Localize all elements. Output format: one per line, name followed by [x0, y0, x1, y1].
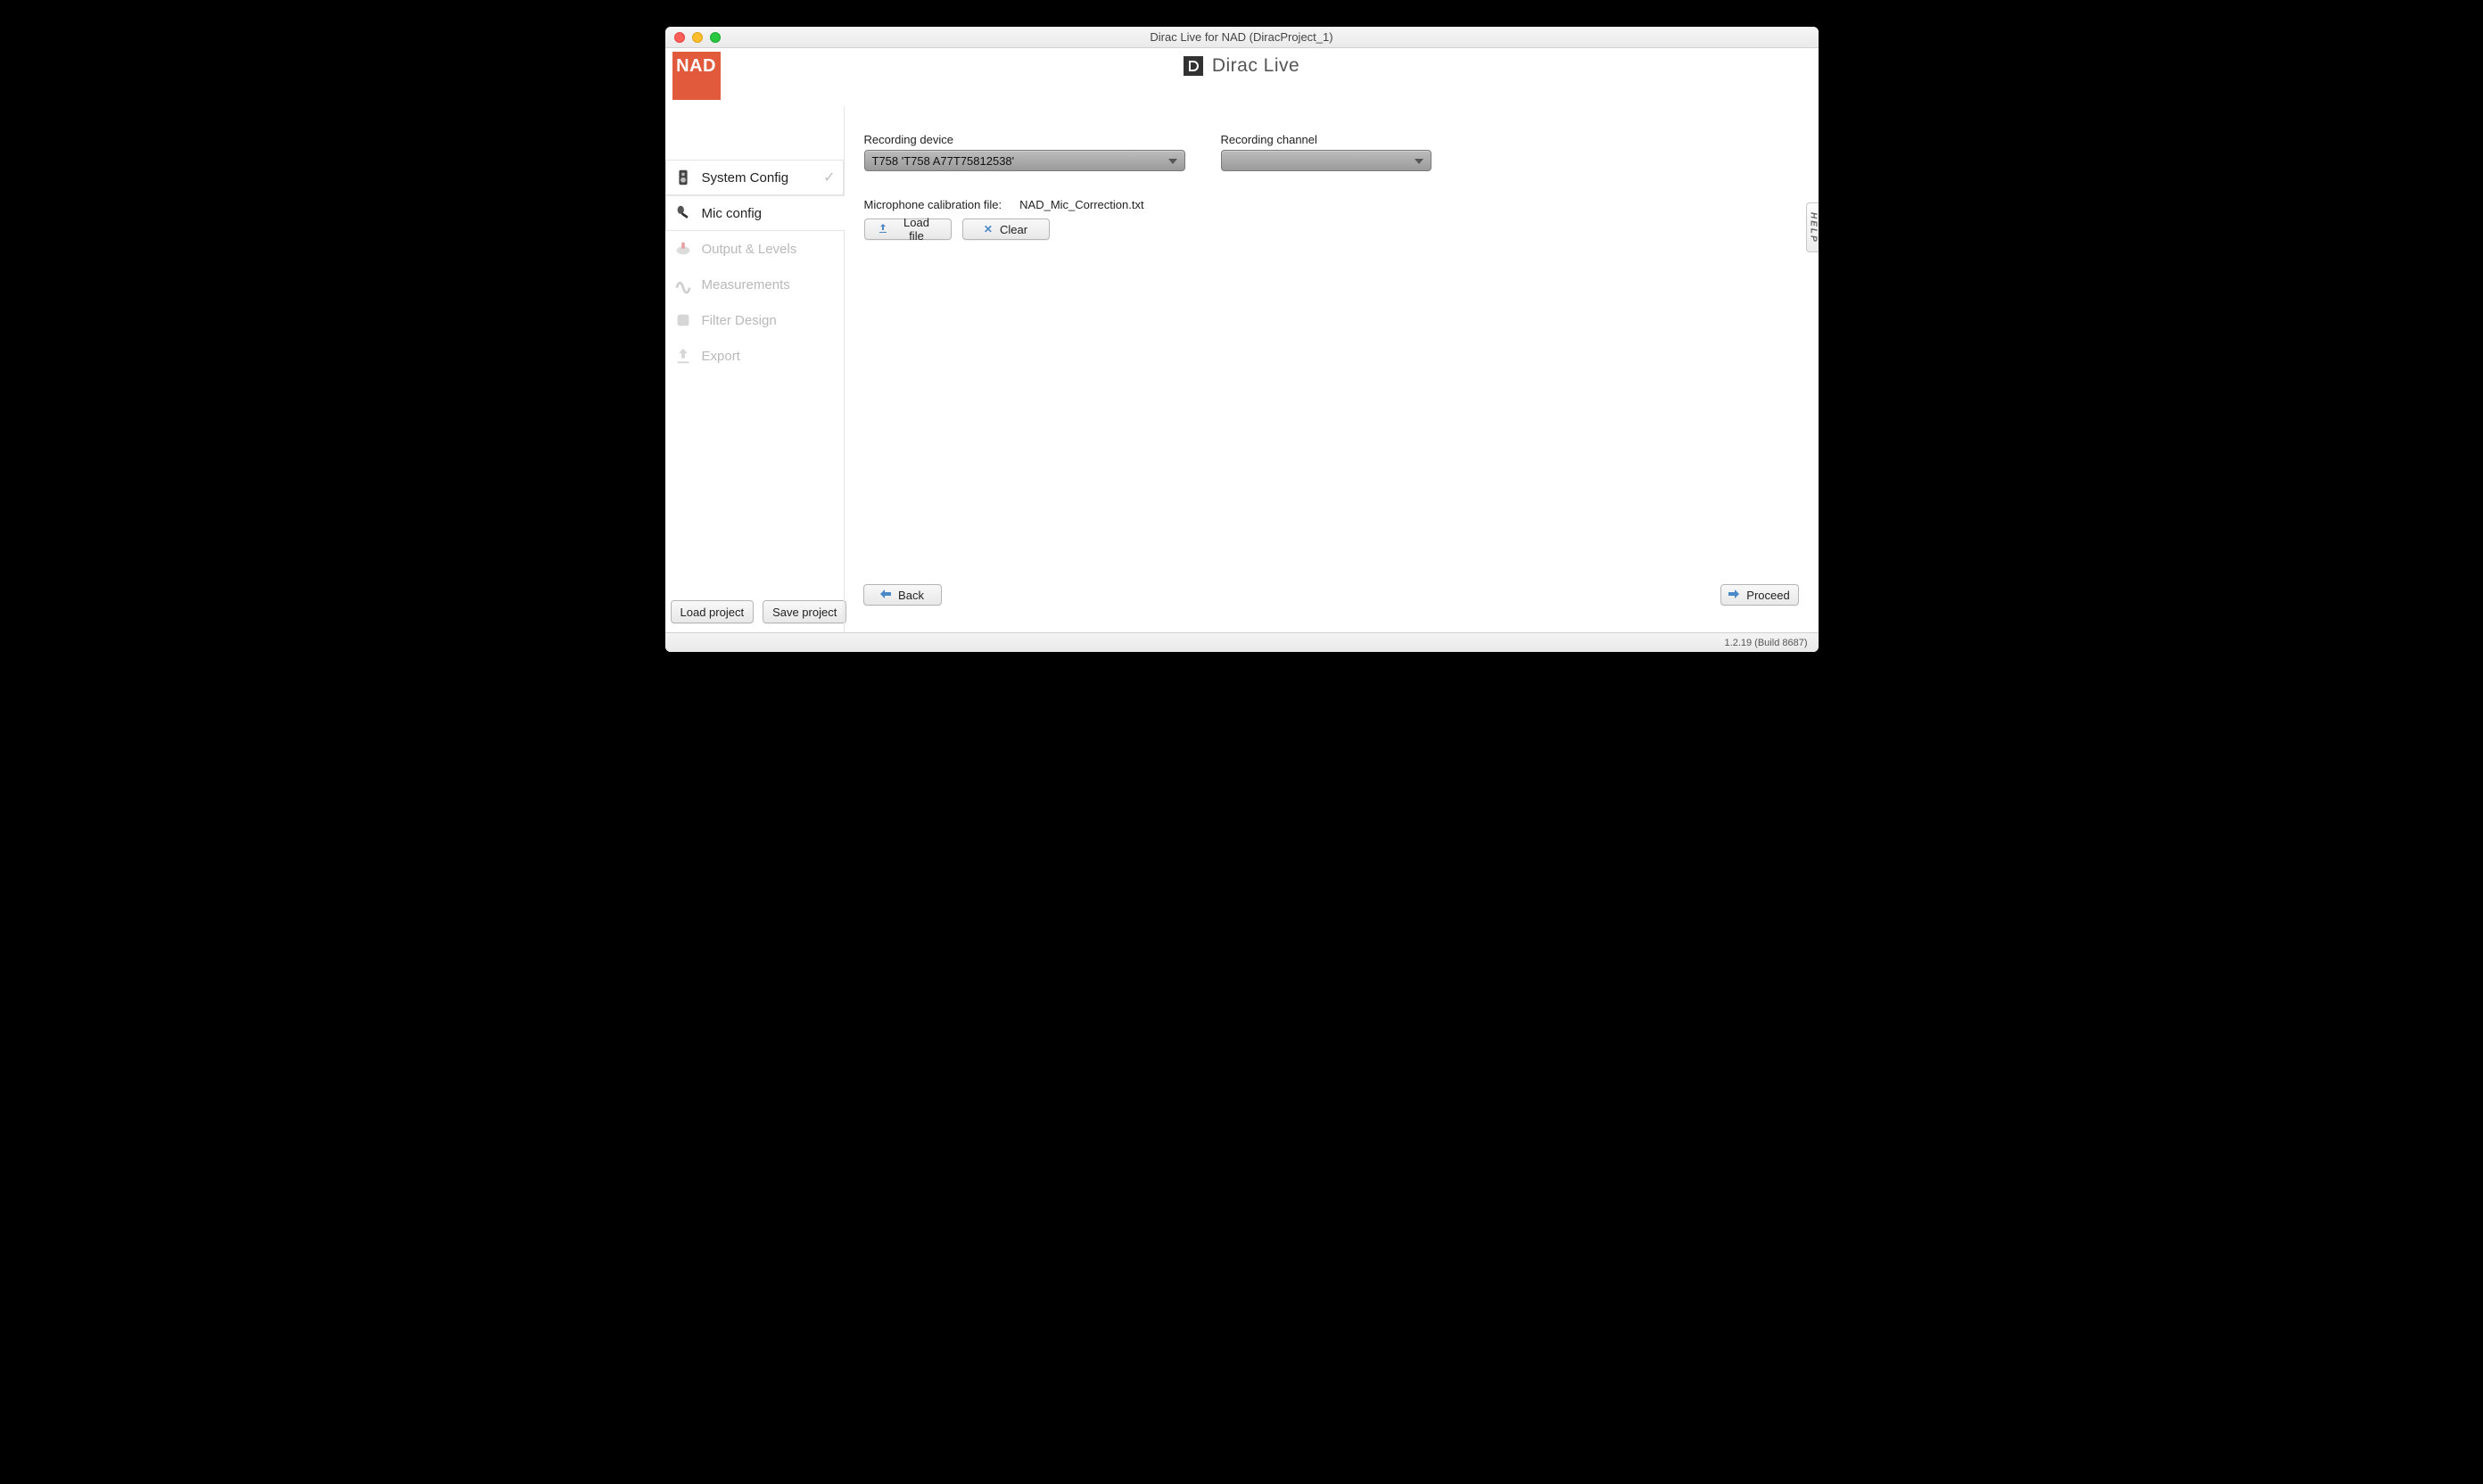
microphone-icon [672, 202, 695, 225]
button-label: Save project [772, 606, 837, 619]
help-tab-label: HELP [1809, 212, 1819, 243]
button-label: Load project [681, 606, 745, 619]
sidebar-item-export[interactable]: Export [665, 338, 844, 374]
sidebar-item-label: Export [702, 349, 740, 364]
arrow-left-icon [880, 589, 891, 601]
version-text: 1.2.19 (Build 8687) [1725, 638, 1808, 648]
load-file-button[interactable]: Load file [864, 218, 952, 240]
calibration-row: Microphone calibration file: NAD_Mic_Cor… [864, 198, 1792, 211]
sidebar-item-label: Output & Levels [702, 242, 797, 257]
filter-icon [672, 309, 695, 332]
export-icon [672, 344, 695, 367]
app-brand: Dirac Live [665, 55, 1819, 77]
load-project-button[interactable]: Load project [671, 600, 755, 623]
sidebar-item-label: Filter Design [702, 313, 777, 328]
clear-button[interactable]: ✕ Clear [962, 218, 1050, 240]
app-window: Dirac Live for NAD (DiracProject_1) NAD … [665, 27, 1819, 652]
sidebar: System Config ✓ Mic config Output & Leve… [665, 106, 844, 632]
nav-buttons: Back Proceed [863, 584, 1799, 606]
x-icon: ✕ [984, 223, 993, 235]
measurements-icon [672, 273, 695, 296]
sidebar-item-mic-config[interactable]: Mic config [665, 195, 845, 231]
recording-channel-group: Recording channel [1221, 133, 1435, 171]
project-buttons: Load project Save project [671, 600, 847, 623]
save-project-button[interactable]: Save project [763, 600, 846, 623]
sidebar-item-label: System Config [702, 170, 789, 186]
recording-device-group: Recording device T758 'T758 A77T75812538… [864, 133, 1185, 171]
speaker-icon [672, 166, 695, 189]
sidebar-item-measurements[interactable]: Measurements [665, 267, 844, 302]
recording-channel-label: Recording channel [1221, 133, 1435, 146]
calibration-label: Microphone calibration file: [864, 198, 1002, 211]
arrow-right-icon [1728, 589, 1739, 601]
proceed-button[interactable]: Proceed [1720, 584, 1799, 606]
output-icon [672, 237, 695, 260]
upload-icon [878, 223, 888, 236]
main-body: HELP System Config ✓ Mic config Outpu [665, 106, 1819, 632]
device-row: Recording device T758 'T758 A77T75812538… [864, 133, 1792, 171]
help-tab[interactable]: HELP [1806, 202, 1819, 252]
titlebar: Dirac Live for NAD (DiracProject_1) [665, 27, 1819, 48]
check-icon: ✓ [823, 169, 835, 186]
content-area: Recording device T758 'T758 A77T75812538… [844, 106, 1819, 632]
recording-channel-dropdown[interactable] [1221, 150, 1431, 171]
calibration-buttons: Load file ✕ Clear [864, 218, 1792, 240]
sidebar-item-system-config[interactable]: System Config ✓ [665, 160, 844, 195]
sidebar-item-label: Measurements [702, 277, 790, 293]
calibration-file-name: NAD_Mic_Correction.txt [1019, 198, 1143, 211]
recording-device-label: Recording device [864, 133, 1185, 146]
back-button[interactable]: Back [863, 584, 942, 606]
button-label: Back [898, 589, 924, 602]
dropdown-value: T758 'T758 A77T75812538' [872, 154, 1015, 168]
brand-bar: NAD Dirac Live [665, 48, 1819, 106]
sidebar-item-output-levels[interactable]: Output & Levels [665, 231, 844, 267]
recording-device-dropdown[interactable]: T758 'T758 A77T75812538' [864, 150, 1185, 171]
sidebar-item-label: Mic config [702, 206, 763, 221]
dirac-logo-icon [1184, 56, 1203, 76]
button-label: Clear [1000, 223, 1027, 236]
sidebar-item-filter-design[interactable]: Filter Design [665, 302, 844, 338]
button-label: Load file [895, 216, 938, 243]
button-label: Proceed [1746, 589, 1789, 602]
status-bar: 1.2.19 (Build 8687) [665, 632, 1819, 652]
window-title: Dirac Live for NAD (DiracProject_1) [665, 30, 1819, 44]
app-brand-text: Dirac Live [1212, 55, 1299, 77]
